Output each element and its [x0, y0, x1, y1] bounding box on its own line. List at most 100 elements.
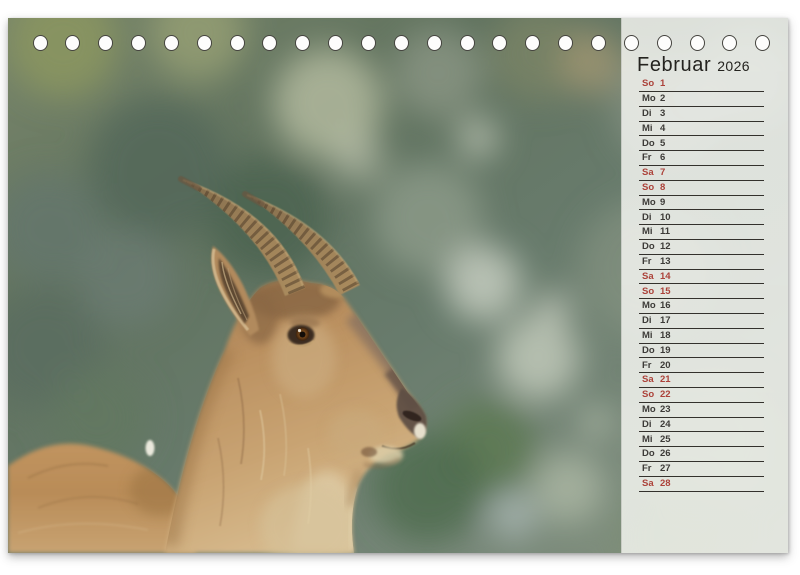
- day-number: 15: [660, 286, 671, 297]
- binding-hole: [591, 35, 606, 51]
- day-abbrev: Do: [642, 241, 658, 252]
- date-row: Sa 14: [639, 270, 764, 285]
- day-number: 6: [660, 152, 665, 163]
- date-row: Mi 4: [639, 122, 764, 137]
- date-row: Fr 13: [639, 255, 764, 270]
- binding-hole: [394, 35, 409, 51]
- date-row: Mo 16: [639, 299, 764, 314]
- date-row: So 1: [639, 77, 764, 92]
- day-abbrev: Fr: [642, 463, 658, 474]
- day-abbrev: So: [642, 182, 658, 193]
- day-abbrev: Fr: [642, 360, 658, 371]
- binding-hole: [492, 35, 507, 51]
- day-number: 10: [660, 212, 671, 223]
- date-row: So 8: [639, 181, 764, 196]
- day-abbrev: Sa: [642, 271, 658, 282]
- date-row: Di 3: [639, 107, 764, 122]
- date-row: Sa 28: [639, 477, 764, 492]
- day-number: 5: [660, 138, 665, 149]
- binding-hole: [33, 35, 48, 51]
- binding-hole: [98, 35, 113, 51]
- date-row: Fr 27: [639, 462, 764, 477]
- date-row: Sa 7: [639, 166, 764, 181]
- day-abbrev: So: [642, 286, 658, 297]
- day-number: 27: [660, 463, 671, 474]
- day-abbrev: Mo: [642, 300, 658, 311]
- binding-hole: [295, 35, 310, 51]
- binding-hole: [558, 35, 573, 51]
- day-number: 21: [660, 374, 671, 385]
- day-number: 4: [660, 123, 665, 134]
- binding-hole: [164, 35, 179, 51]
- binding-hole: [722, 35, 737, 51]
- day-abbrev: Mi: [642, 434, 658, 445]
- day-number: 11: [660, 226, 670, 237]
- date-row: So 15: [639, 284, 764, 299]
- binding-hole: [427, 35, 442, 51]
- binding-hole: [755, 35, 770, 51]
- binding-hole: [65, 35, 80, 51]
- binding-hole: [690, 35, 705, 51]
- month-panel: Februar 2026 So 1 Mo 2 Di 3 Mi 4 Do 5 Fr…: [621, 18, 788, 553]
- day-number: 28: [660, 478, 671, 489]
- binding-hole: [328, 35, 343, 51]
- day-abbrev: Di: [642, 419, 658, 430]
- date-row: Do 19: [639, 344, 764, 359]
- day-abbrev: So: [642, 389, 658, 400]
- day-abbrev: Do: [642, 448, 658, 459]
- date-row: Do 5: [639, 136, 764, 151]
- binding-hole: [230, 35, 245, 51]
- day-number: 8: [660, 182, 665, 193]
- day-abbrev: Do: [642, 138, 658, 149]
- date-row: Mi 18: [639, 329, 764, 344]
- date-rows: So 1 Mo 2 Di 3 Mi 4 Do 5 Fr 6 Sa 7 So 8 …: [639, 77, 764, 491]
- day-number: 14: [660, 271, 671, 282]
- day-number: 13: [660, 256, 671, 267]
- date-row: Mo 9: [639, 196, 764, 211]
- day-abbrev: Sa: [642, 167, 658, 178]
- day-abbrev: Di: [642, 315, 658, 326]
- day-number: 3: [660, 108, 665, 119]
- date-row: Mi 25: [639, 432, 764, 447]
- date-row: So 22: [639, 388, 764, 403]
- date-row: Sa 21: [639, 373, 764, 388]
- day-number: 26: [660, 448, 671, 459]
- date-row: Do 12: [639, 240, 764, 255]
- day-number: 24: [660, 419, 671, 430]
- day-abbrev: Fr: [642, 256, 658, 267]
- day-abbrev: Mo: [642, 93, 658, 104]
- day-number: 17: [660, 315, 671, 326]
- day-abbrev: Di: [642, 108, 658, 119]
- day-abbrev: Mo: [642, 404, 658, 415]
- day-abbrev: So: [642, 78, 658, 89]
- date-row: Di 10: [639, 210, 764, 225]
- day-abbrev: Sa: [642, 374, 658, 385]
- day-abbrev: Di: [642, 212, 658, 223]
- day-abbrev: Fr: [642, 152, 658, 163]
- day-number: 18: [660, 330, 671, 341]
- day-abbrev: Mi: [642, 226, 658, 237]
- binding-hole: [624, 35, 639, 51]
- day-number: 9: [660, 197, 665, 208]
- date-row: Fr 20: [639, 358, 764, 373]
- day-number: 19: [660, 345, 671, 356]
- day-number: 25: [660, 434, 671, 445]
- day-number: 22: [660, 389, 671, 400]
- date-row: Mi 11: [639, 225, 764, 240]
- day-number: 20: [660, 360, 671, 371]
- day-abbrev: Mi: [642, 330, 658, 341]
- date-row: Di 24: [639, 418, 764, 433]
- calendar-mockup: { "calendar": { "month": "Februar", "yea…: [0, 0, 800, 575]
- binding-hole: [460, 35, 475, 51]
- date-row: Mo 23: [639, 403, 764, 418]
- day-number: 16: [660, 300, 671, 311]
- binding-hole: [131, 35, 146, 51]
- binding-hole: [262, 35, 277, 51]
- date-row: Fr 6: [639, 151, 764, 166]
- day-abbrev: Mi: [642, 123, 658, 134]
- binding-hole: [525, 35, 540, 51]
- date-row: Do 26: [639, 447, 764, 462]
- day-number: 12: [660, 241, 671, 252]
- day-number: 7: [660, 167, 665, 178]
- calendar-page: Februar 2026 So 1 Mo 2 Di 3 Mi 4 Do 5 Fr…: [8, 18, 788, 553]
